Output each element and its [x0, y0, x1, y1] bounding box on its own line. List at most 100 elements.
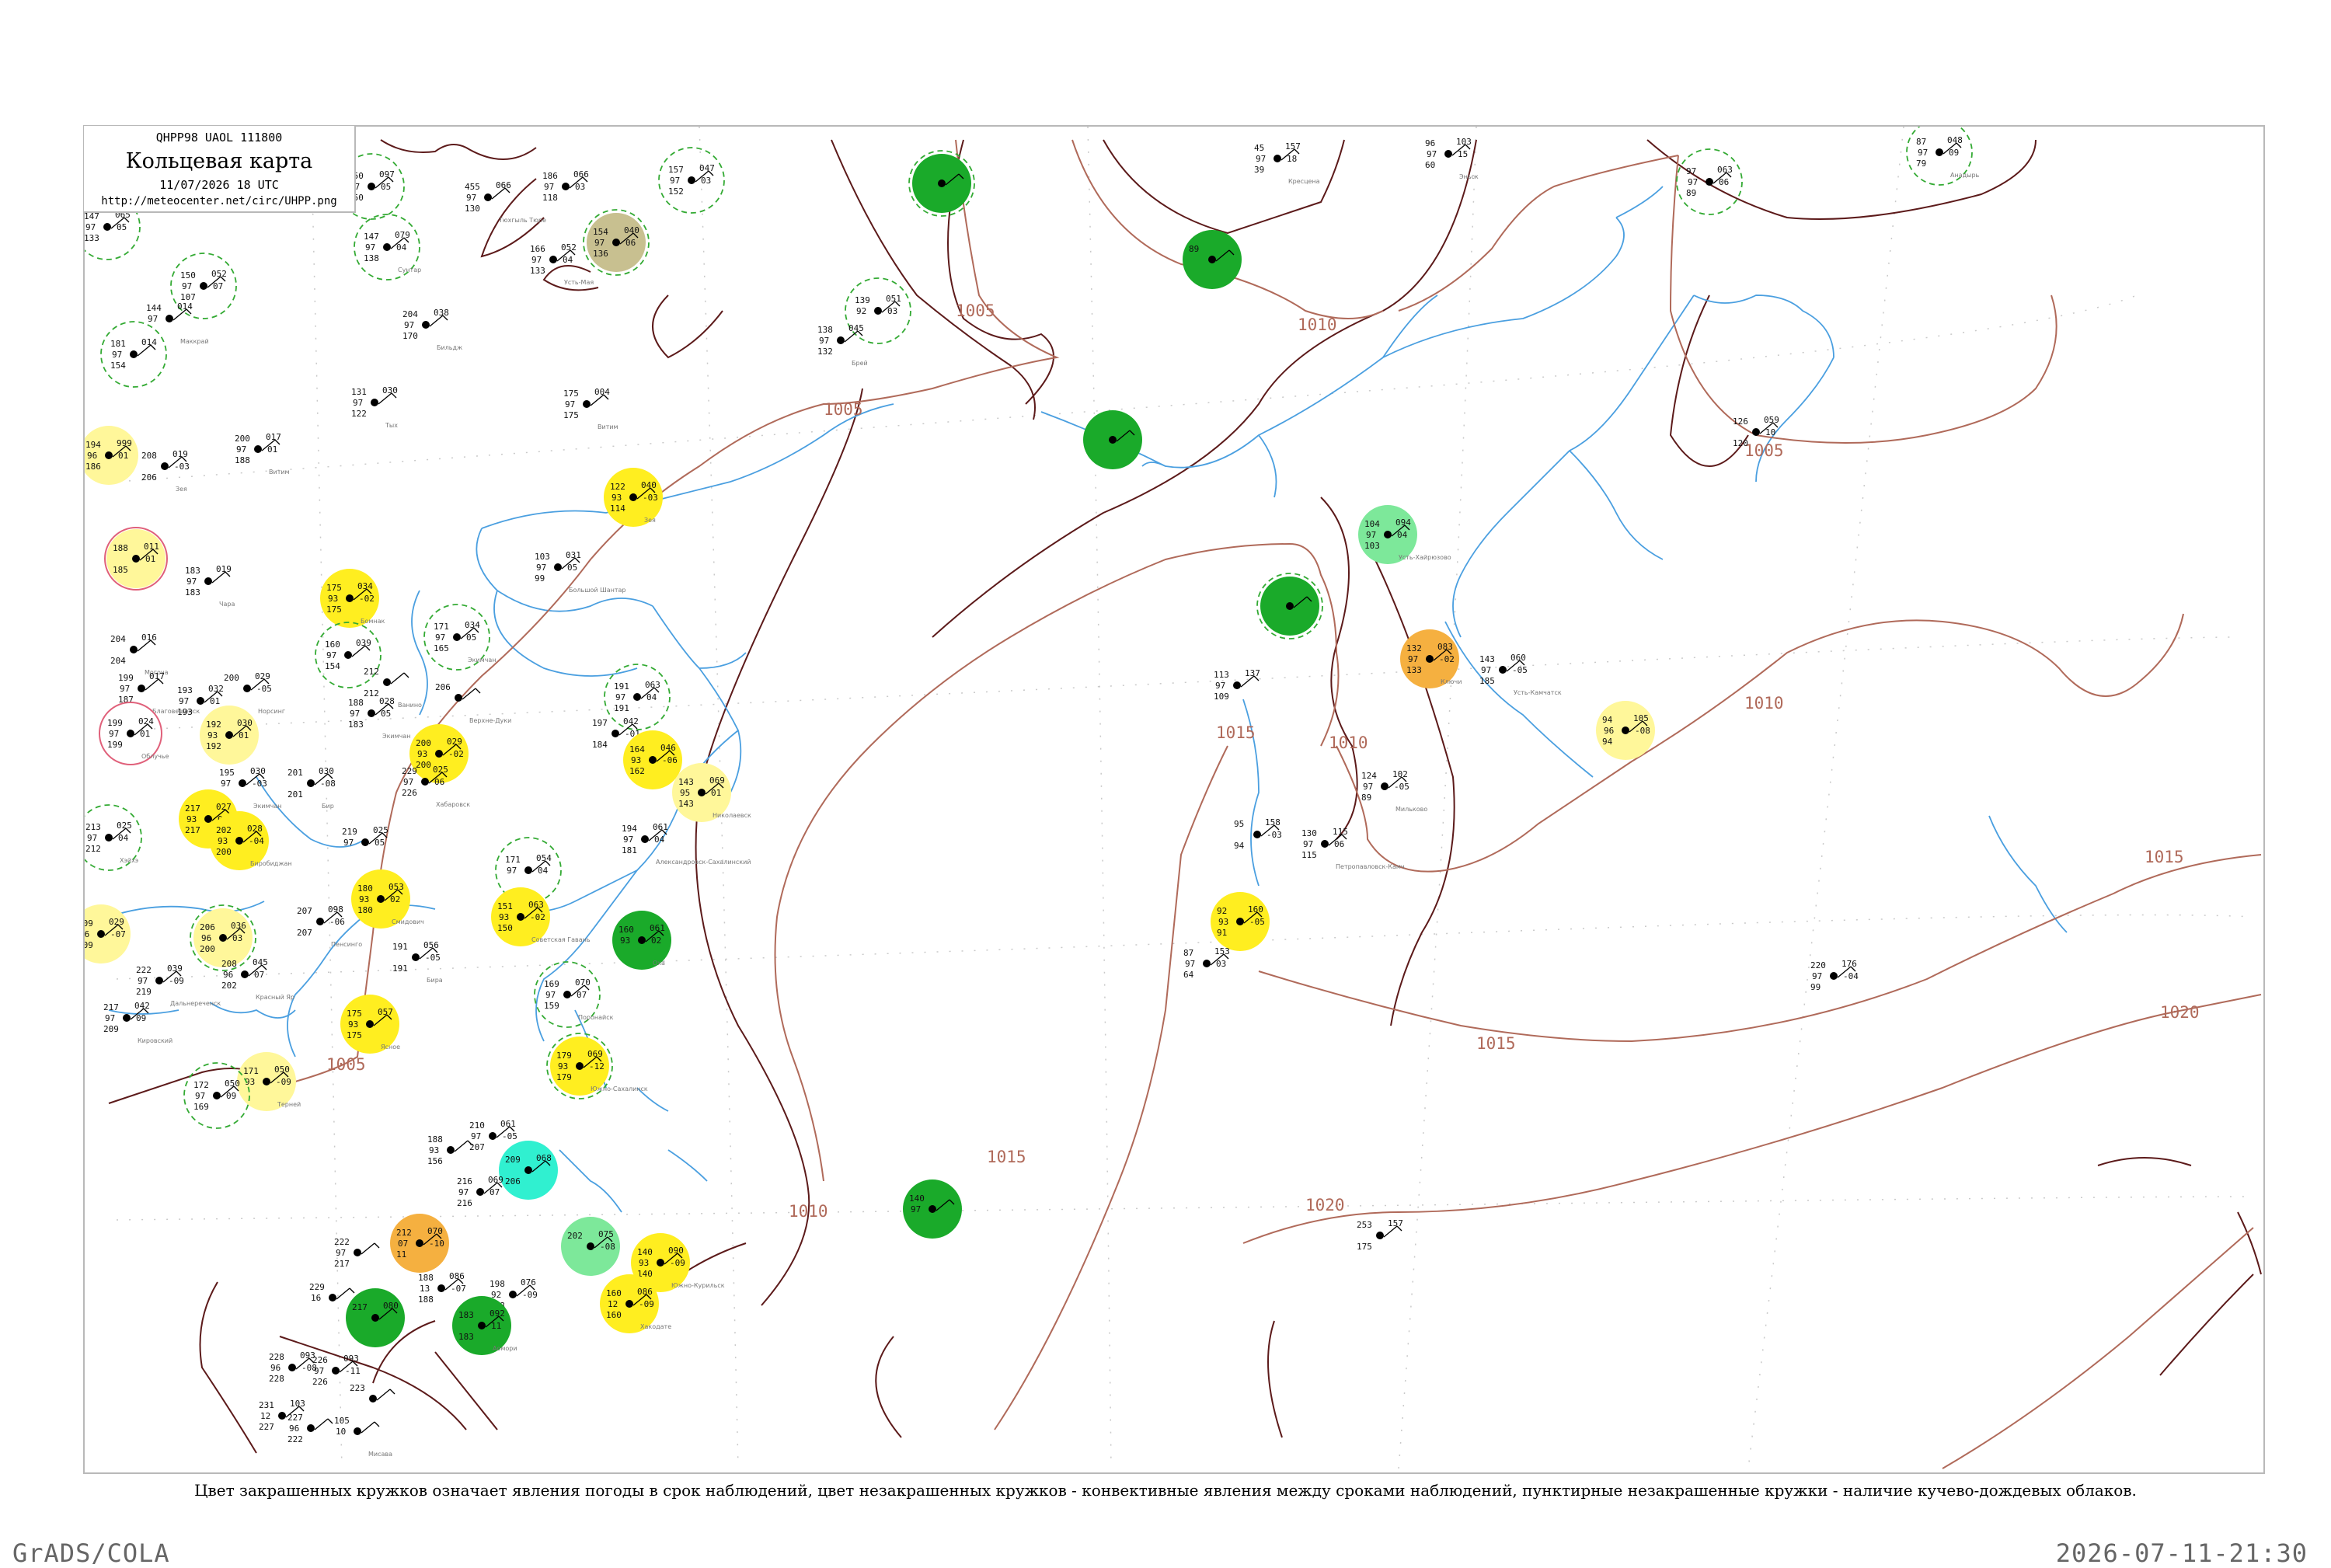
station-plot[interactable]: 228 09396 -08228 [269, 1350, 317, 1384]
station-plot[interactable]: 209 029 96 -07 209 [71, 904, 131, 963]
station-plot[interactable]: 164 046 93 -06 162 [623, 730, 682, 789]
station-plot[interactable]: 154 040 97 06 136 [583, 209, 650, 276]
station-plot[interactable]: 175 004 97175 Витим [563, 387, 618, 430]
station-plot[interactable]: 183 019 97183 Чара [185, 564, 235, 608]
station-dot-icon [447, 1146, 455, 1154]
station-plot[interactable]: 200 017 97 01 188 Витим [235, 432, 290, 476]
station-plot[interactable]: 206 Верхне-Дуки [435, 682, 511, 724]
station-plot[interactable]: 186 066 97 03 118 [542, 169, 589, 203]
station-plot[interactable]: 179 069 93 -12 179 Южно-Сахалинск [546, 1033, 648, 1099]
air-temperature: 169 [544, 979, 559, 989]
station-plot[interactable]: 169 070 97 07 159 Поронайск [534, 961, 614, 1028]
station-plot[interactable]: 22796222 [287, 1413, 333, 1444]
station-name: Экимчан [382, 733, 411, 740]
station-plot[interactable]: 10510 Мисава [334, 1416, 392, 1458]
visibility-value: 97 [1185, 959, 1195, 969]
station-plot[interactable]: 87 153 97 03 64 [1183, 946, 1230, 980]
station-plot[interactable]: 94 105 96 -08 94 [1596, 701, 1655, 760]
station-plot[interactable]: 87 048 97 09 79 Анадырь [1906, 120, 1980, 186]
station-plot[interactable]: 45 157 97 18 39 Кресцена [1254, 141, 1320, 185]
station-plot[interactable]: 194 061 97 04 181 Александровск-Сахалинский [622, 822, 751, 866]
station-plot[interactable]: 223 [350, 1383, 395, 1402]
pressure-value: 103 [1456, 137, 1472, 147]
station-plot[interactable]: 202 028 93 -04 200 Биробиджан [210, 811, 292, 870]
station-plot[interactable]: 219 025 97 05 [342, 825, 388, 848]
station-plot[interactable]: 171 034 97 05 165 Экимчан [423, 604, 497, 671]
dew-point: 222 [287, 1434, 303, 1444]
station-plot[interactable]: 188 086 13 -07 188 [418, 1271, 466, 1305]
station-plot[interactable]: 201 030 -08 201 Бир [287, 766, 336, 810]
station-plot[interactable]: 202 075 -08 [561, 1217, 620, 1276]
source-url[interactable]: http://meteocenter.net/circ/UHPP.png [84, 195, 354, 207]
station-plot[interactable]: 204 016204Могоча [110, 632, 169, 676]
station-plot[interactable]: 160 061 93 02 Оха [612, 911, 671, 970]
station-plot[interactable]: 132 083 97 -02 133 Ключи [1400, 629, 1462, 688]
station-plot[interactable]: 217 080 [346, 1288, 405, 1347]
station-plot[interactable]: 151 063 93 -02 150 Советская Гавань [491, 887, 591, 946]
station-plot[interactable]: 191 056 -05 191 Бира [392, 940, 443, 984]
station-plot[interactable]: 220 176 97 -04 99 [1810, 959, 1859, 992]
station-plot[interactable]: 172 050 97 09 169 [183, 1062, 250, 1129]
station-plot[interactable]: 226 093 97 -11 226 [312, 1354, 361, 1387]
station-plot[interactable]: 175 034 93 -02 175 Бомнак [320, 569, 385, 628]
station-plot[interactable]: 208 019 -03 206 Зея [141, 449, 190, 493]
station-plot[interactable] [908, 150, 975, 217]
station-plot[interactable] [1083, 410, 1142, 469]
station-plot[interactable]: 253 157 175 [1357, 1218, 1403, 1252]
station-plot[interactable]: 89 [1183, 230, 1242, 289]
station-plot[interactable]: 208 045 96 07 202 Красный Яр [221, 957, 294, 1001]
pressure-value: 066 [496, 180, 511, 190]
station-plot[interactable]: 212 070 07 -10 11 [390, 1214, 449, 1273]
station-plot[interactable]: 181 014 97154 [100, 321, 167, 388]
station-plot[interactable]: 131 030 97122 Тых [351, 385, 398, 429]
station-plot[interactable]: 113 137 97109 [1214, 668, 1260, 702]
dew-point: 154 [110, 361, 126, 371]
dew-point: 183 [185, 587, 200, 598]
station-plot[interactable]: 180 053 93 02 180 Смидович [351, 869, 424, 929]
station-plot[interactable]: 160 039 97154 [315, 622, 382, 688]
station-dot-icon [103, 223, 111, 231]
station-plot[interactable]: 96 103 97 15 60 Эньск [1425, 137, 1479, 180]
station-plot[interactable]: 130 11597 06115Петропавловск-Камч [1301, 827, 1405, 870]
station-plot[interactable]: 18893156 [427, 1134, 473, 1166]
station-plot[interactable]: 138 045 97132 Брей [817, 323, 868, 367]
dew-point: 212 [85, 844, 101, 854]
station-plot[interactable]: 143 069 95 01 143 Николаевск [672, 763, 751, 822]
station-dot-icon [200, 282, 207, 290]
station-plot[interactable]: 194 999 96 01 186 [79, 426, 138, 485]
station-plot[interactable]: 455 066 97130 Тюхгыль Тюре [465, 180, 546, 224]
visibility-value: 97 [105, 1013, 115, 1023]
visibility-value: 97 [1812, 971, 1822, 981]
station-plot[interactable]: 97 063 97 06 89 [1676, 148, 1743, 215]
station-dot-icon [161, 462, 169, 470]
station-plot[interactable]: 192 030 93 01 192 [200, 706, 259, 765]
air-temperature: 220 [1810, 960, 1826, 970]
station-plot[interactable]: 22297217 [334, 1237, 380, 1269]
station-plot[interactable]: 122 040 93 -03 114 Зея [604, 468, 663, 527]
station-plot[interactable]: 213 025 97 04 212 Хэйхэ [76, 804, 142, 871]
pressure-value: 070 [427, 1226, 443, 1236]
station-plot[interactable]: 183 092 11 183 Аомори [452, 1296, 517, 1355]
visibility-value: 97 [615, 692, 625, 702]
station-plot[interactable]: 209 068 206 [499, 1141, 558, 1200]
station-plot[interactable]: 22916 [309, 1282, 355, 1303]
air-temperature: 201 [287, 768, 303, 778]
station-plot[interactable]: 147 079 97 04 138 Сунтар [354, 214, 421, 280]
station-plot[interactable]: 204 038 97170 Бильдж [402, 308, 462, 351]
station-plot[interactable]: 216 069 97 07 216 [457, 1175, 503, 1208]
station-plot[interactable]: 92 160 93 -05 91 [1211, 892, 1270, 951]
visibility-value: 97 [120, 684, 130, 694]
station-plot[interactable]: 217 042 97 09 209 Кировский [103, 1001, 172, 1044]
station-plot[interactable]: 104 094 97 04 103 Усть-Хайрюзово [1358, 505, 1451, 564]
station-plot[interactable]: 175 057 93175 Ясное [340, 995, 400, 1054]
station-plot[interactable]: 124 102 97 -05 89 Мильково [1361, 769, 1427, 813]
station-plot[interactable]: 188 011 01 185 [104, 527, 168, 591]
station-plot[interactable] [1256, 573, 1323, 639]
station-plot[interactable]: 14097 [903, 1179, 962, 1239]
station-plot[interactable]: 157 047 97 03 152 [658, 147, 725, 214]
air-temperature: 96 [1425, 138, 1435, 148]
pressure-tendency: -07 [110, 929, 126, 939]
dew-point: 156 [427, 1156, 443, 1166]
station-plot[interactable]: 95 158 -03 94 [1234, 817, 1282, 851]
visibility-value: 95 [680, 788, 690, 798]
